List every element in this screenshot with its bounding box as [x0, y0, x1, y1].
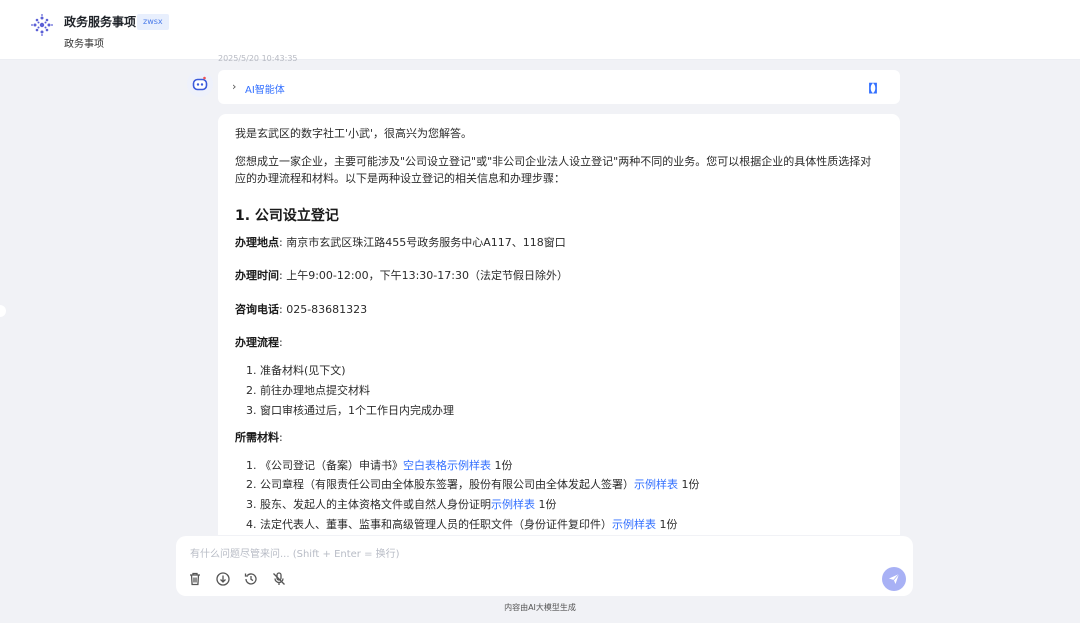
- chevron-right-icon[interactable]: ›: [232, 80, 236, 93]
- trash-icon[interactable]: [187, 571, 203, 587]
- answer-intro: 我是玄武区的数字社工'小武'，很高兴为您解答。: [235, 127, 473, 140]
- bot-avatar: [187, 71, 213, 97]
- material-count: 1份: [535, 498, 557, 511]
- materials-heading: 所需材料:: [235, 429, 283, 445]
- material-item: 4. 法定代表人、董事、监事和高级管理人员的任职文件（身份证件复印件）示例样表 …: [246, 516, 678, 532]
- process-heading: 办理流程:: [235, 334, 283, 350]
- robot-icon: [192, 76, 208, 91]
- material-item: 3. 股东、发起人的主体资格文件或自然人身份证明示例样表 1份: [246, 496, 557, 512]
- phone-label: 咨询电话: [235, 303, 279, 316]
- download-icon[interactable]: [215, 571, 231, 587]
- send-button[interactable]: [882, 567, 906, 591]
- mic-off-icon[interactable]: [271, 571, 287, 587]
- app-header: 政务服务事项 zwsx 政务事项: [0, 0, 1080, 60]
- material-item: 1. 《公司登记（备案）申请书》空白表格示例样表 1份: [246, 457, 513, 473]
- app-title: 政务服务事项: [64, 15, 137, 29]
- hours-row: 办理时间: 上午9:00-12:00，下午13:30-17:30（法定节假日除外…: [235, 267, 568, 283]
- answer-paragraph-line-2: 应的办理流程和材料。以下是两种设立登记的相关信息和办理步骤：: [235, 172, 565, 185]
- hours-value: : 上午9:00-12:00，下午13:30-17:30（法定节假日除外）: [279, 269, 568, 282]
- app-subtitle: 政务事项: [64, 39, 104, 50]
- chat-input[interactable]: 有什么问题尽管来问... (Shift + Enter = 换行): [190, 545, 400, 560]
- phone-value: : 025-83681323: [279, 303, 368, 316]
- materials-label: 所需材料: [235, 431, 279, 444]
- agent-collapse-bar[interactable]: › AI智能体 【】: [218, 70, 900, 104]
- material-text: 4. 法定代表人、董事、监事和高级管理人员的任职文件（身份证件复印件）: [246, 518, 612, 531]
- material-count: 1份: [678, 478, 700, 491]
- sample-form-link[interactable]: 示例样表: [491, 498, 535, 511]
- material-count: 1份: [656, 518, 678, 531]
- hours-label: 办理时间: [235, 269, 279, 282]
- section-heading: 1. 公司设立登记: [235, 208, 339, 224]
- sample-form-link[interactable]: 空白表格示例样表: [403, 459, 491, 472]
- send-icon[interactable]: [888, 573, 900, 585]
- phone-row: 咨询电话: 025-83681323: [235, 301, 367, 317]
- material-text: 1. 《公司登记（备案）申请书》: [246, 459, 403, 472]
- app-tag-badge: zwsx: [137, 14, 169, 30]
- chat-input-box[interactable]: 有什么问题尽管来问... (Shift + Enter = 换行): [176, 536, 913, 596]
- sample-form-link[interactable]: 示例样表: [634, 478, 678, 491]
- sidebar-toggle-handle[interactable]: [0, 305, 6, 317]
- agent-label[interactable]: AI智能体: [245, 81, 285, 96]
- process-step: 2. 前往办理地点提交材料: [246, 384, 370, 397]
- location-label: 办理地点: [235, 236, 279, 249]
- material-text: 2. 公司章程（有限责任公司由全体股东签署，股份有限公司由全体发起人签署）: [246, 478, 634, 491]
- material-count: 1份: [491, 459, 513, 472]
- location-row: 办理地点: 南京市玄武区珠江路455号政务服务中心A117、118窗口: [235, 234, 566, 250]
- location-value: : 南京市玄武区珠江路455号政务服务中心A117、118窗口: [279, 236, 566, 249]
- material-item: 2. 公司章程（有限责任公司由全体股东签署，股份有限公司由全体发起人签署）示例样…: [246, 476, 700, 492]
- message-timestamp: 2025/5/20 10:43:35: [218, 54, 298, 62]
- footer-disclaimer: 内容由AI大模型生成: [504, 603, 576, 612]
- history-icon[interactable]: [243, 571, 259, 587]
- process-step: 1. 准备材料(见下文): [246, 364, 346, 377]
- process-label: 办理流程: [235, 336, 279, 349]
- materials-colon: :: [279, 431, 283, 444]
- process-colon: :: [279, 336, 283, 349]
- process-step: 3. 窗口审核通过后，1个工作日内完成办理: [246, 404, 454, 417]
- material-text: 3. 股东、发起人的主体资格文件或自然人身份证明: [246, 498, 491, 511]
- answer-card: 我是玄武区的数字社工'小武'，很高兴为您解答。 您想成立一家企业，主要可能涉及"…: [218, 114, 900, 535]
- app-logo-icon: [30, 13, 54, 37]
- agent-bracket-icon[interactable]: 【】: [862, 80, 884, 96]
- sample-form-link[interactable]: 示例样表: [612, 518, 656, 531]
- answer-paragraph-line-1: 您想成立一家企业，主要可能涉及"公司设立登记"或"非公司企业法人设立登记"两种不…: [235, 155, 872, 168]
